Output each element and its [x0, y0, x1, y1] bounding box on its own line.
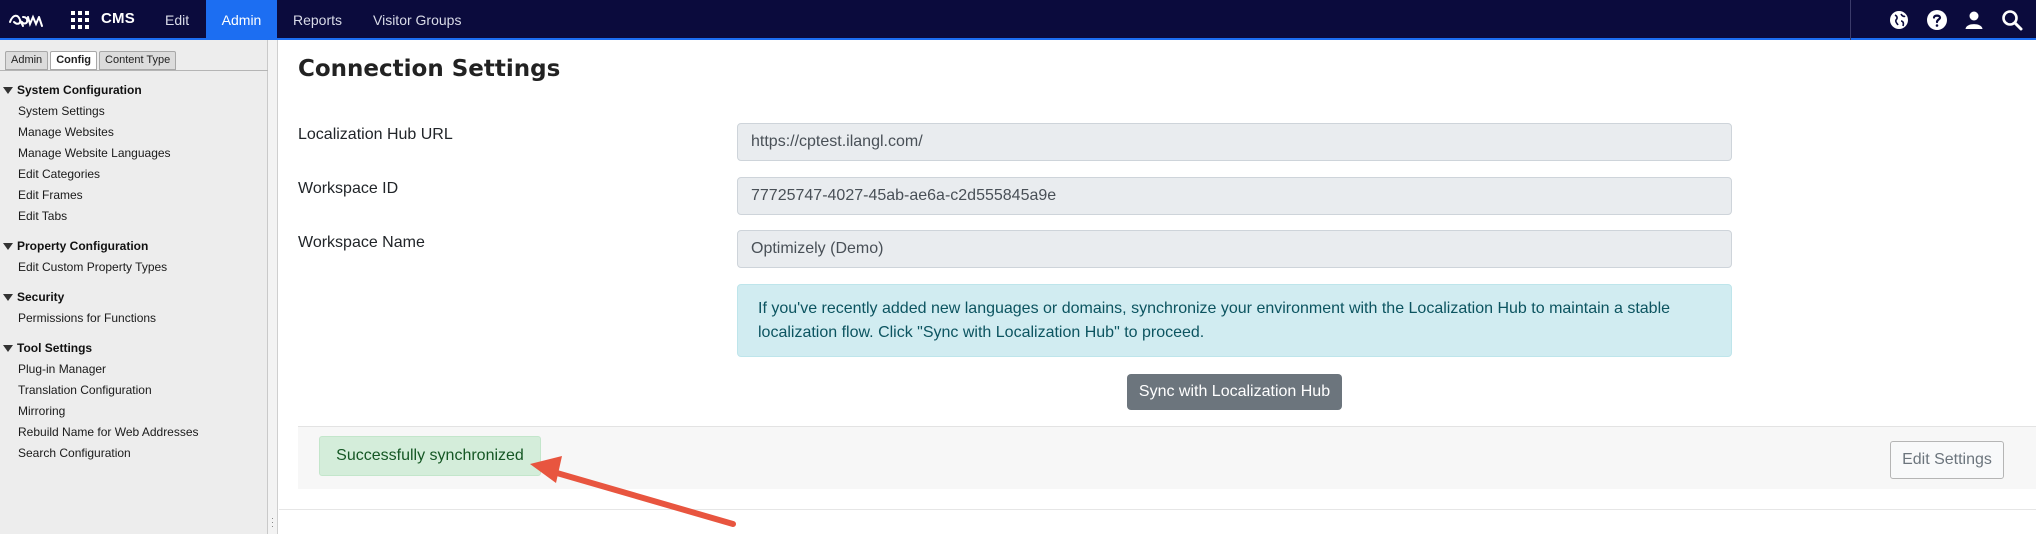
- edit-settings-button[interactable]: Edit Settings: [1890, 441, 2004, 479]
- user-icon[interactable]: [1962, 8, 1986, 32]
- help-icon[interactable]: [1925, 8, 1949, 32]
- config-tree: System Configuration System Settings Man…: [0, 80, 268, 473]
- collapse-caret-icon[interactable]: [3, 345, 13, 352]
- content-divider: [279, 509, 2036, 510]
- group-tool-settings: Tool Settings Plug-in Manager Translatio…: [0, 338, 268, 464]
- sync-with-localization-hub-button[interactable]: Sync with Localization Hub: [1127, 374, 1342, 410]
- sidebar-item-search-configuration[interactable]: Search Configuration: [0, 443, 268, 464]
- nav-reports[interactable]: Reports: [276, 0, 359, 40]
- label-workspace-id: Workspace ID: [298, 180, 399, 197]
- sidebar-item-manage-websites[interactable]: Manage Websites: [0, 122, 268, 143]
- sidebar-resize-handle[interactable]: [268, 40, 278, 534]
- tab-config[interactable]: Config: [50, 51, 98, 70]
- admin-sidebar: Admin Config Content Type System Configu…: [0, 40, 268, 534]
- label-workspace-name: Workspace Name: [298, 234, 425, 251]
- collapse-caret-icon[interactable]: [3, 294, 13, 301]
- resize-grip-icon[interactable]: · · ·: [271, 514, 274, 531]
- localization-hub-url-field[interactable]: https://cptest.ilangl.com/: [737, 123, 1732, 161]
- tab-content-type[interactable]: Content Type: [99, 51, 177, 70]
- top-navigation-bar: CMS Edit Admin Reports Visitor Groups: [0, 0, 2036, 40]
- sync-info-alert: If you've recently added new languages o…: [737, 284, 1732, 357]
- sidebar-item-permissions-for-functions[interactable]: Permissions for Functions: [0, 308, 268, 329]
- tab-admin[interactable]: Admin: [5, 51, 49, 70]
- workspace-name-field[interactable]: Optimizely (Demo): [737, 230, 1732, 268]
- group-security: Security Permissions for Functions: [0, 287, 268, 329]
- collapse-caret-icon[interactable]: [3, 243, 13, 250]
- sidebar-item-edit-custom-property-types[interactable]: Edit Custom Property Types: [0, 257, 268, 278]
- sidebar-item-edit-frames[interactable]: Edit Frames: [0, 185, 268, 206]
- sidebar-item-edit-categories[interactable]: Edit Categories: [0, 164, 268, 185]
- group-header[interactable]: Tool Settings: [0, 338, 268, 359]
- app-launcher-icon[interactable]: [71, 11, 89, 29]
- search-icon[interactable]: [2000, 8, 2024, 32]
- cms-app: CMS Edit Admin Reports Visitor Groups Ad…: [0, 0, 2036, 534]
- sidebar-item-manage-website-languages[interactable]: Manage Website Languages: [0, 143, 268, 164]
- sidebar-item-rebuild-name-for-web-addresses[interactable]: Rebuild Name for Web Addresses: [0, 422, 268, 443]
- success-status-message: Successfully synchronized: [319, 436, 541, 476]
- nav-divider: [1850, 0, 1851, 40]
- group-system-configuration: System Configuration System Settings Man…: [0, 80, 268, 227]
- nav-visitor-groups[interactable]: Visitor Groups: [356, 0, 478, 40]
- nav-admin[interactable]: Admin: [206, 0, 277, 40]
- nav-edit[interactable]: Edit: [148, 0, 206, 40]
- globe-icon[interactable]: [1887, 8, 1911, 32]
- sidebar-item-edit-tabs[interactable]: Edit Tabs: [0, 206, 268, 227]
- page-title: Connection Settings: [298, 56, 561, 82]
- sidebar-item-plug-in-manager[interactable]: Plug-in Manager: [0, 359, 268, 380]
- collapse-caret-icon[interactable]: [3, 87, 13, 94]
- group-header[interactable]: Security: [0, 287, 268, 308]
- workspace-id-field[interactable]: 77725747-4027-45ab-ae6a-c2d555845a9e: [737, 177, 1732, 215]
- sidebar-tabs: Admin Config Content Type: [5, 51, 177, 70]
- sidebar-item-system-settings[interactable]: System Settings: [0, 101, 268, 122]
- sidebar-item-mirroring[interactable]: Mirroring: [0, 401, 268, 422]
- label-localization-hub-url: Localization Hub URL: [298, 126, 453, 143]
- episerver-logo-icon[interactable]: [8, 8, 48, 32]
- group-property-configuration: Property Configuration Edit Custom Prope…: [0, 236, 268, 278]
- product-name: CMS: [101, 10, 135, 27]
- tabs-divider: [0, 70, 268, 71]
- group-header[interactable]: Property Configuration: [0, 236, 268, 257]
- sidebar-item-translation-configuration[interactable]: Translation Configuration: [0, 380, 268, 401]
- main-content: Connection Settings Localization Hub URL…: [279, 40, 2036, 534]
- form-footer: [298, 426, 2036, 489]
- group-header[interactable]: System Configuration: [0, 80, 268, 101]
